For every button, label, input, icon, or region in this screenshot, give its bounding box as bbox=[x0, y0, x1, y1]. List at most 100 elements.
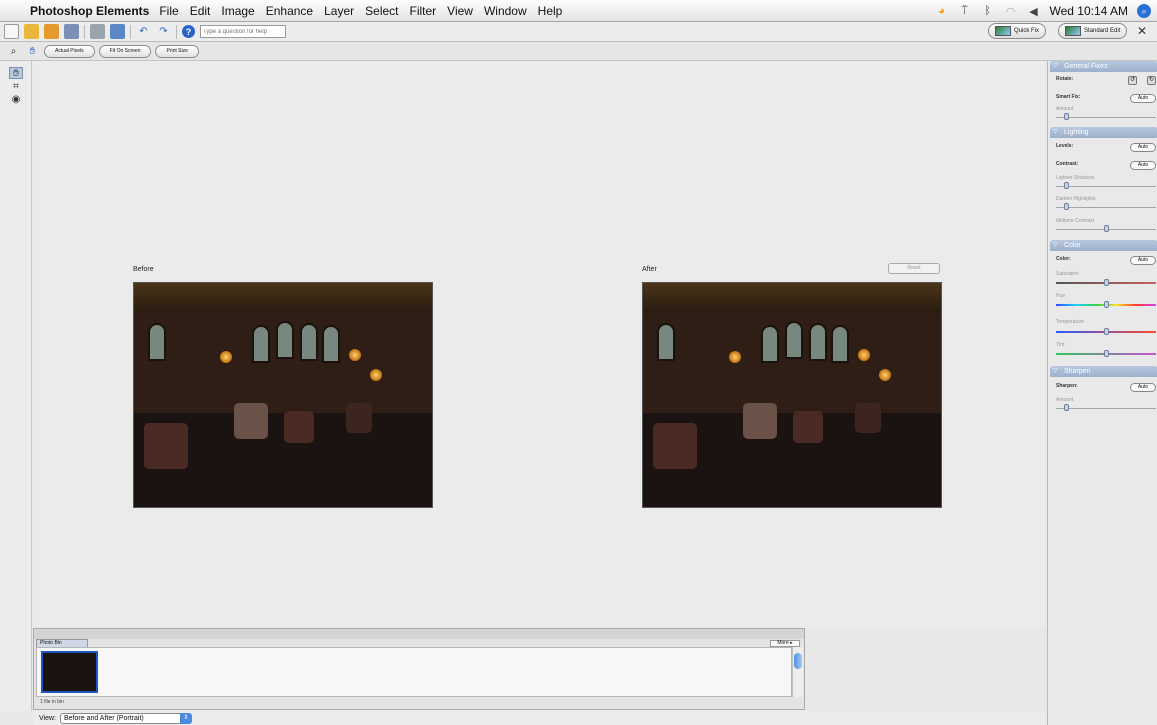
menu-select[interactable]: Select bbox=[365, 4, 398, 18]
sharpen-amount-label: Amount bbox=[1056, 397, 1074, 403]
midtone-contrast-slider[interactable] bbox=[1104, 225, 1109, 232]
view-label: View: bbox=[39, 714, 56, 722]
contrast-auto-button[interactable]: Auto bbox=[1130, 161, 1156, 170]
browse-icon[interactable] bbox=[44, 24, 59, 39]
toolbar-divider bbox=[130, 24, 131, 39]
menu-view[interactable]: View bbox=[447, 4, 473, 18]
save-icon[interactable] bbox=[64, 24, 79, 39]
smart-fix-label: Smart Fix: bbox=[1056, 94, 1081, 100]
crop-tool-icon[interactable]: ⌗ bbox=[9, 81, 23, 93]
color-header[interactable]: Color bbox=[1050, 240, 1157, 251]
after-image bbox=[642, 282, 942, 508]
quick-fix-palette: General Fixes Rotate: ↺ ↻ Smart Fix: Aut… bbox=[1047, 61, 1157, 725]
options-bar: ⌕ ✋︎ Actual Pixels Fit On Screen Print S… bbox=[0, 42, 1157, 61]
temperature-slider[interactable] bbox=[1104, 328, 1109, 335]
photo-bin-status: 1 file in bin bbox=[40, 699, 64, 705]
view-select[interactable]: Before and After (Portrait) ⇕ bbox=[60, 712, 192, 724]
saturation-slider[interactable] bbox=[1104, 279, 1109, 286]
photo-bin-more-button[interactable]: More ▸ bbox=[770, 640, 800, 647]
hand-icon[interactable]: ✋︎ bbox=[25, 44, 40, 59]
color-label: Color: bbox=[1056, 256, 1071, 262]
menu-file[interactable]: File bbox=[159, 4, 178, 18]
bluetooth-icon[interactable]: ᛒ bbox=[981, 4, 995, 18]
close-icon[interactable]: ✕ bbox=[1137, 24, 1147, 38]
darken-highlights-label: Darken Highlights bbox=[1056, 196, 1096, 202]
toolbox: ✋︎ ⌗ ◉ bbox=[0, 61, 32, 711]
menu-filter[interactable]: Filter bbox=[410, 4, 437, 18]
hue-slider[interactable] bbox=[1104, 301, 1109, 308]
network-icon[interactable]: ⍑ bbox=[958, 4, 972, 18]
lighten-shadows-track bbox=[1056, 186, 1156, 187]
hue-label: Hue bbox=[1056, 293, 1066, 299]
undo-icon[interactable]: ↶ bbox=[136, 24, 151, 39]
lighten-shadows-slider[interactable] bbox=[1064, 182, 1069, 189]
levels-auto-button[interactable]: Auto bbox=[1130, 143, 1156, 152]
fit-on-screen-button[interactable]: Fit On Screen bbox=[98, 44, 152, 58]
quick-fix-button[interactable]: Quick Fix bbox=[988, 23, 1047, 39]
actual-pixels-button[interactable]: Actual Pixels bbox=[44, 44, 95, 58]
standard-edit-icon bbox=[1065, 26, 1081, 36]
battery-icon[interactable]: ◕ bbox=[935, 4, 949, 18]
rotate-left-icon[interactable]: ↺ bbox=[1128, 76, 1137, 85]
chevron-down-icon[interactable]: ⇕ bbox=[180, 712, 192, 724]
sharpen-auto-button[interactable]: Auto bbox=[1130, 383, 1156, 392]
menu-clock[interactable]: Wed 10:14 AM bbox=[1050, 4, 1129, 18]
standard-edit-button[interactable]: Standard Edit bbox=[1058, 23, 1128, 39]
print-icon[interactable] bbox=[90, 24, 105, 39]
sharpen-amount-slider[interactable] bbox=[1064, 404, 1069, 411]
zoom-icon[interactable]: ⌕ bbox=[6, 44, 21, 59]
menu-window[interactable]: Window bbox=[484, 4, 527, 18]
photo-bin-thumbnail[interactable] bbox=[41, 651, 98, 693]
volume-icon[interactable]: ◀︎ bbox=[1027, 4, 1041, 18]
print-size-button[interactable]: Print Size bbox=[155, 44, 199, 58]
toolbar-divider bbox=[176, 24, 177, 39]
new-file-icon[interactable] bbox=[4, 24, 19, 39]
smart-fix-amount-slider[interactable] bbox=[1064, 113, 1069, 120]
menu-layer[interactable]: Layer bbox=[324, 4, 354, 18]
rotate-right-icon[interactable]: ↻ bbox=[1147, 76, 1156, 85]
tint-slider[interactable] bbox=[1104, 350, 1109, 357]
tint-label: Tint bbox=[1056, 342, 1065, 348]
red-eye-tool-icon[interactable]: ◉ bbox=[9, 94, 23, 106]
darken-highlights-slider[interactable] bbox=[1064, 203, 1069, 210]
general-fixes-header[interactable]: General Fixes bbox=[1050, 61, 1157, 72]
menu-help[interactable]: Help bbox=[538, 4, 563, 18]
sharpen-header[interactable]: Sharpen bbox=[1050, 366, 1157, 377]
lighting-header[interactable]: Lighting bbox=[1050, 127, 1157, 138]
help-search-input[interactable] bbox=[200, 25, 286, 38]
before-label: Before bbox=[133, 266, 154, 273]
photo-bin-titlebar[interactable] bbox=[34, 629, 804, 639]
sharpen-label: Sharpen: bbox=[1056, 383, 1078, 389]
photo-bin-scrollbar[interactable] bbox=[792, 647, 803, 697]
open-icon[interactable] bbox=[24, 24, 39, 39]
spotlight-icon[interactable]: ⌕ bbox=[1137, 4, 1151, 18]
toolbar-divider bbox=[84, 24, 85, 39]
quick-fix-icon bbox=[995, 26, 1011, 36]
image-workspace[interactable]: Before After Reset bbox=[33, 61, 1045, 627]
temperature-label: Temperature bbox=[1056, 319, 1085, 325]
menu-enhance[interactable]: Enhance bbox=[266, 4, 313, 18]
photo-bin-scroll-knob[interactable] bbox=[794, 653, 802, 669]
smart-fix-amount-track bbox=[1056, 117, 1156, 118]
photo-bin-tab[interactable]: Photo Bin bbox=[36, 639, 88, 647]
menu-image[interactable]: Image bbox=[221, 4, 254, 18]
amount-label: Amount bbox=[1056, 106, 1074, 112]
shortcuts-bar: ↶ ↷ ? bbox=[0, 22, 1157, 42]
online-print-icon[interactable] bbox=[110, 24, 125, 39]
menu-edit[interactable]: Edit bbox=[190, 4, 211, 18]
color-auto-button[interactable]: Auto bbox=[1130, 256, 1156, 265]
reset-button[interactable]: Reset bbox=[888, 263, 940, 274]
after-label: After bbox=[642, 266, 657, 273]
menu-app-name[interactable]: Photoshop Elements bbox=[30, 4, 149, 18]
redo-icon[interactable]: ↷ bbox=[156, 24, 171, 39]
sharpen-amount-track bbox=[1056, 408, 1156, 409]
quick-fix-label: Quick Fix bbox=[1014, 28, 1040, 34]
darken-highlights-track bbox=[1056, 207, 1156, 208]
wifi-icon[interactable]: ◠ bbox=[1004, 4, 1018, 18]
hand-tool-icon[interactable]: ✋︎ bbox=[9, 67, 23, 79]
help-icon[interactable]: ? bbox=[182, 25, 195, 38]
rotate-label: Rotate: bbox=[1056, 76, 1074, 82]
menu-bar: Photoshop Elements File Edit Image Enhan… bbox=[0, 0, 1157, 22]
contrast-label: Contrast: bbox=[1056, 161, 1079, 167]
smart-fix-auto-button[interactable]: Auto bbox=[1130, 94, 1156, 103]
